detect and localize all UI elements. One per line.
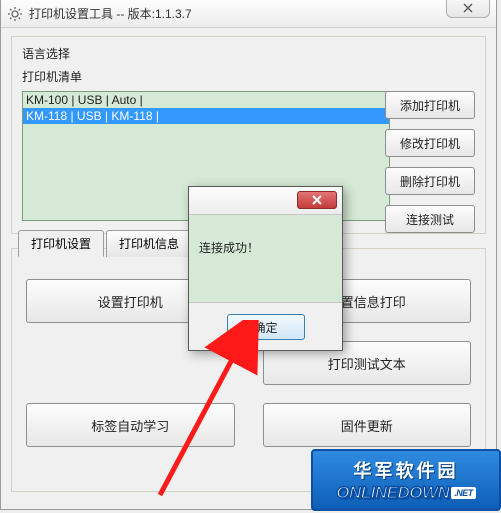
tabs: 打印机设置 打印机信息: [18, 248, 194, 275]
list-item[interactable]: KM-118 | USB | KM-118 |: [23, 108, 389, 124]
dialog-close-button[interactable]: [297, 191, 337, 209]
add-printer-button[interactable]: 添加打印机: [385, 91, 475, 119]
watermark-logo: 华军软件园 ONLINEDOWN.NET: [311, 449, 501, 511]
tab-printer-info[interactable]: 打印机信息: [106, 230, 192, 257]
dialog-message: 连接成功！: [189, 215, 342, 303]
language-label: 语言选择: [22, 45, 475, 62]
window-close-button[interactable]: [446, 0, 490, 18]
ok-button[interactable]: 确定: [227, 314, 305, 340]
watermark-en: ONLINEDOWN.NET: [336, 483, 476, 503]
delete-printer-button[interactable]: 删除打印机: [385, 167, 475, 195]
test-connection-button[interactable]: 连接测试: [385, 205, 475, 233]
dialog-titlebar: [189, 187, 342, 215]
side-buttons: 添加打印机 修改打印机 删除打印机 连接测试: [385, 91, 475, 233]
gear-icon: [7, 6, 23, 22]
printer-list-label: 打印机清单: [22, 68, 475, 85]
edit-printer-button[interactable]: 修改打印机: [385, 129, 475, 157]
close-icon: [462, 3, 474, 13]
dialog-button-row: 确定: [189, 303, 342, 351]
message-dialog: 连接成功！ 确定: [188, 186, 343, 351]
titlebar: 打印机设置工具 -- 版本:1.1.3.7: [1, 0, 496, 28]
label-auto-learn-button[interactable]: 标签自动学习: [26, 403, 235, 447]
tab-printer-settings[interactable]: 打印机设置: [18, 230, 104, 257]
list-item[interactable]: KM-100 | USB | Auto |: [23, 92, 389, 108]
firmware-update-button[interactable]: 固件更新: [263, 403, 472, 447]
close-icon: [312, 195, 322, 205]
window-title: 打印机设置工具 -- 版本:1.1.3.7: [29, 5, 192, 22]
watermark-cn: 华军软件园: [354, 457, 459, 483]
